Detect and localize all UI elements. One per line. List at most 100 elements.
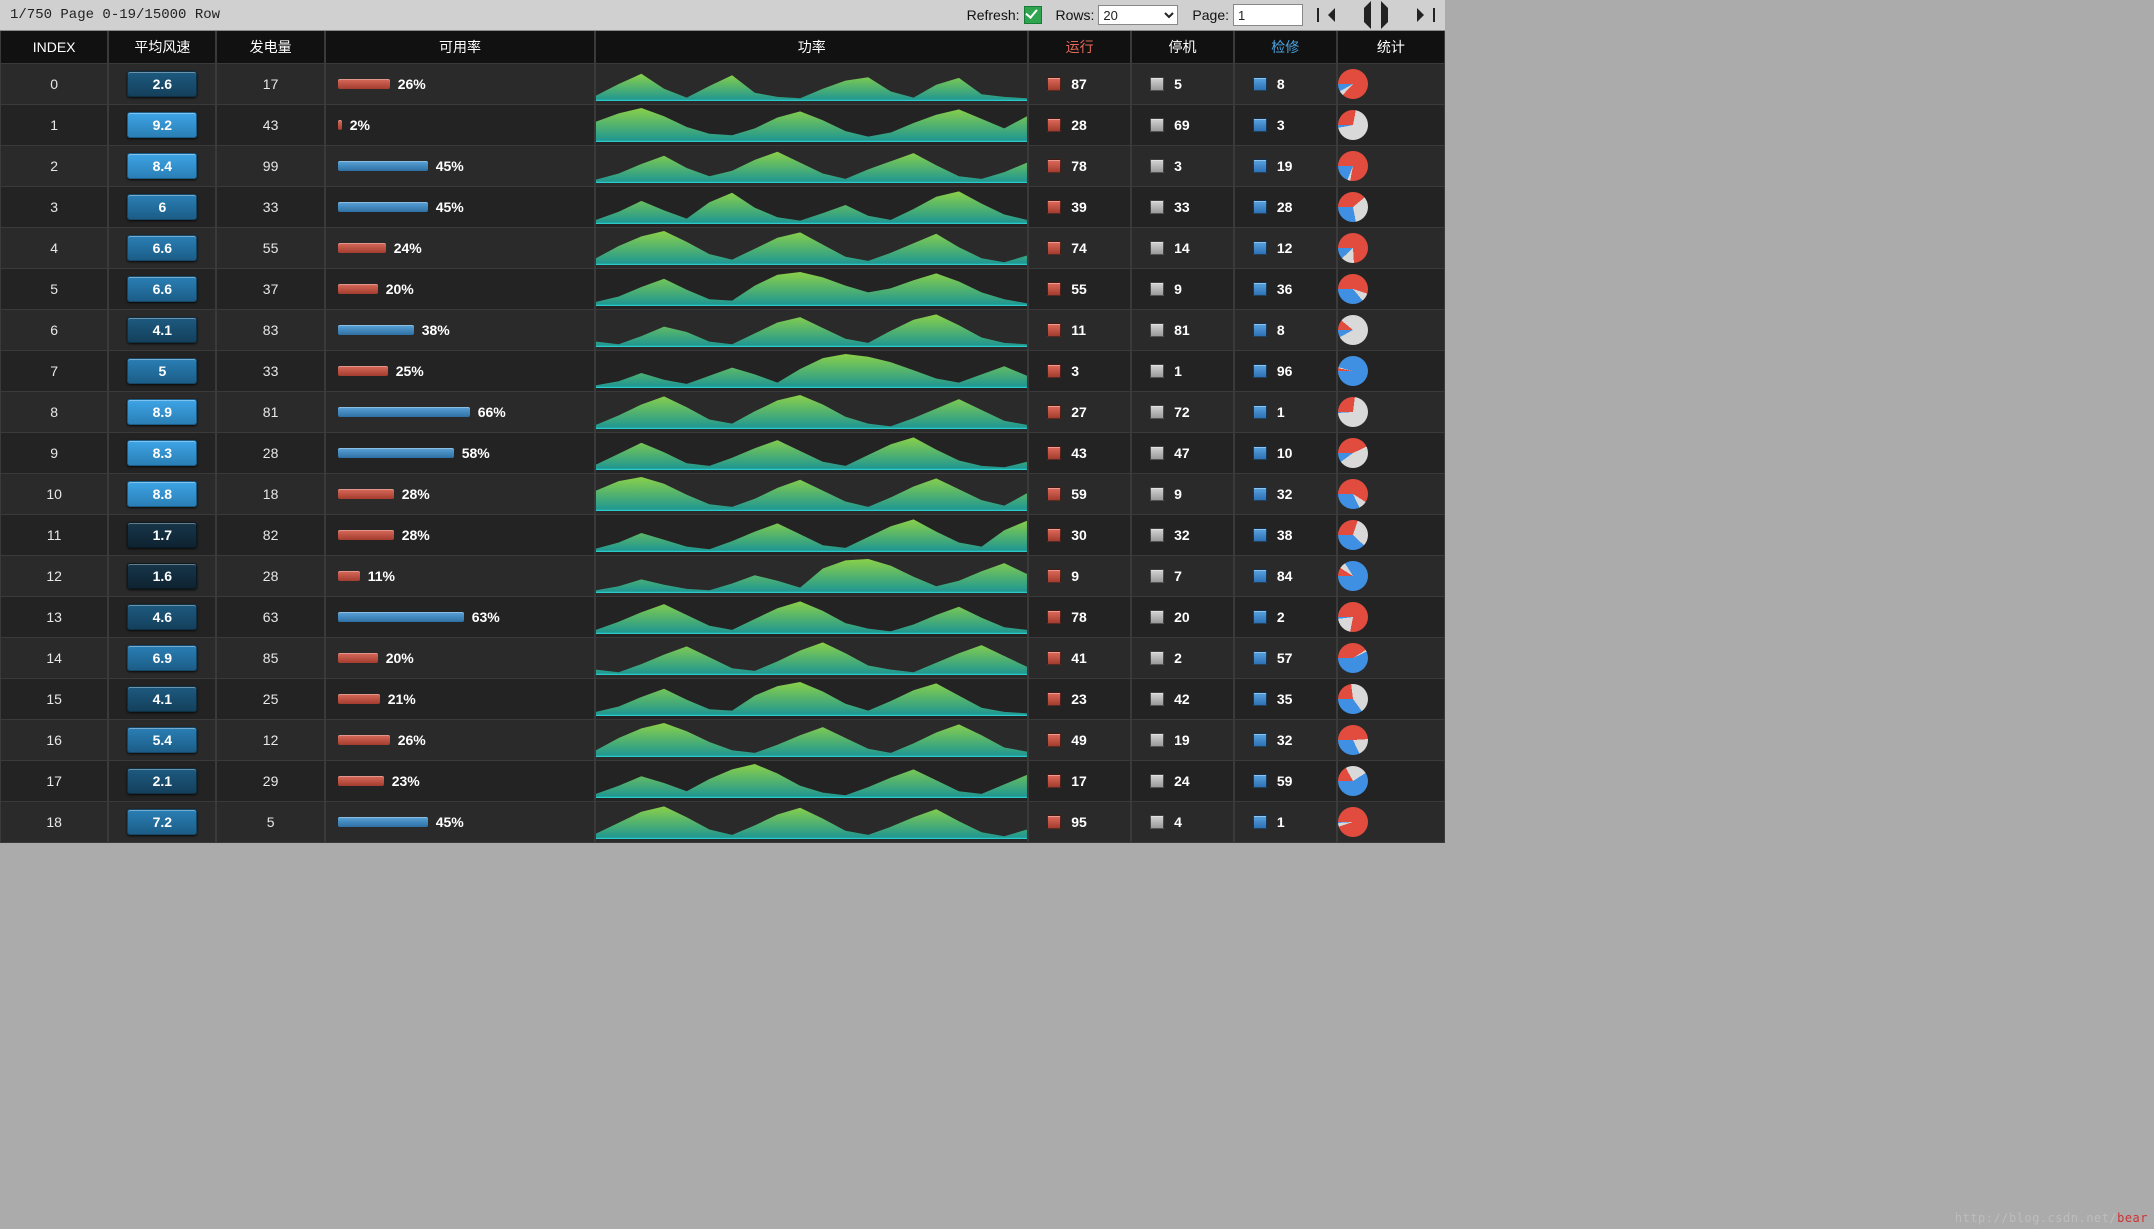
table-row[interactable]: 4 6.6 55 24% 74 14 12: [0, 228, 1445, 269]
first-page-icon[interactable]: [1317, 8, 1333, 22]
col-maintenance[interactable]: 检修: [1234, 31, 1337, 64]
pie-chart-icon: [1338, 643, 1368, 673]
col-wind-speed[interactable]: 平均风速: [108, 31, 216, 64]
cell-availability: 45%: [325, 187, 596, 228]
maintenance-icon: [1253, 159, 1267, 173]
data-table: INDEX 平均风速 发电量 可用率 功率 运行 停机 检修 统计 0 2.6 …: [0, 31, 1445, 843]
cell-index: 0: [0, 64, 108, 105]
col-running[interactable]: 运行: [1028, 31, 1131, 64]
wind-speed-pill: 6.6: [127, 276, 197, 302]
page-input[interactable]: [1233, 4, 1303, 26]
cell-index: 16: [0, 720, 108, 761]
pie-chart-icon: [1338, 397, 1368, 427]
col-power[interactable]: 功率: [595, 31, 1028, 64]
cell-generation: 33: [216, 351, 324, 392]
maintenance-icon: [1253, 323, 1267, 337]
table-row[interactable]: 11 1.7 82 28% 30 32 38: [0, 515, 1445, 556]
table-row[interactable]: 3 6 33 45% 39 33 28: [0, 187, 1445, 228]
maintenance-icon: [1253, 282, 1267, 296]
table-row[interactable]: 2 8.4 99 45% 78 3 19: [0, 146, 1445, 187]
table-row[interactable]: 9 8.3 28 58% 43 47 10: [0, 433, 1445, 474]
page-control: Page:: [1192, 4, 1303, 26]
cell-availability: 21%: [325, 679, 596, 720]
next-page-icon[interactable]: [1381, 1, 1409, 29]
table-row[interactable]: 7 5 33 25% 3 1 96: [0, 351, 1445, 392]
cell-power: [595, 351, 1028, 392]
availability-bar: [338, 735, 390, 745]
cell-generation: 85: [216, 638, 324, 679]
cell-statistics: [1337, 64, 1445, 105]
availability-bar: [338, 79, 390, 89]
stopped-icon: [1150, 733, 1164, 747]
running-icon: [1047, 364, 1061, 378]
availability-bar: [338, 653, 378, 663]
cell-running: 3: [1028, 351, 1131, 392]
availability-bar: [338, 161, 428, 171]
refresh-control: Refresh:: [967, 6, 1042, 24]
stopped-icon: [1150, 77, 1164, 91]
col-stopped[interactable]: 停机: [1131, 31, 1234, 64]
availability-value: 26%: [398, 732, 426, 748]
cell-wind-speed: 6.6: [108, 228, 216, 269]
availability-bar: [338, 530, 394, 540]
maintenance-icon: [1253, 77, 1267, 91]
cell-stopped: 69: [1131, 105, 1234, 146]
running-icon: [1047, 733, 1061, 747]
wind-speed-pill: 5: [127, 358, 197, 384]
table-row[interactable]: 5 6.6 37 20% 55 9 36: [0, 269, 1445, 310]
table-header-row: INDEX 平均风速 发电量 可用率 功率 运行 停机 检修 统计: [0, 31, 1445, 64]
rows-select[interactable]: 20: [1098, 5, 1178, 25]
cell-maintenance: 12: [1234, 228, 1337, 269]
cell-availability: 26%: [325, 64, 596, 105]
table-row[interactable]: 14 6.9 85 20% 41 2 57: [0, 638, 1445, 679]
cell-wind-speed: 4.1: [108, 679, 216, 720]
cell-power: [595, 556, 1028, 597]
stopped-icon: [1150, 241, 1164, 255]
maintenance-icon: [1253, 241, 1267, 255]
col-generation[interactable]: 发电量: [216, 31, 324, 64]
col-statistics[interactable]: 统计: [1337, 31, 1445, 64]
table-row[interactable]: 1 9.2 43 2% 28 69 3: [0, 105, 1445, 146]
table-row[interactable]: 18 7.2 5 45% 95 4 1: [0, 802, 1445, 843]
cell-availability: 66%: [325, 392, 596, 433]
table-row[interactable]: 0 2.6 17 26% 87 5 8: [0, 64, 1445, 105]
table-row[interactable]: 13 4.6 63 63% 78 20 2: [0, 597, 1445, 638]
cell-availability: 26%: [325, 720, 596, 761]
prev-page-icon[interactable]: [1343, 1, 1371, 29]
col-availability[interactable]: 可用率: [325, 31, 596, 64]
table-row[interactable]: 10 8.8 18 28% 59 9 32: [0, 474, 1445, 515]
cell-statistics: [1337, 310, 1445, 351]
cell-generation: 18: [216, 474, 324, 515]
availability-value: 21%: [388, 691, 416, 707]
cell-statistics: [1337, 105, 1445, 146]
col-index[interactable]: INDEX: [0, 31, 108, 64]
table-row[interactable]: 12 1.6 28 11% 9 7 84: [0, 556, 1445, 597]
cell-stopped: 5: [1131, 64, 1234, 105]
refresh-checkbox[interactable]: [1024, 6, 1042, 24]
cell-maintenance: 28: [1234, 187, 1337, 228]
running-icon: [1047, 774, 1061, 788]
table-row[interactable]: 6 4.1 83 38% 11 81 8: [0, 310, 1445, 351]
wind-speed-pill: 1.7: [127, 522, 197, 548]
table-row[interactable]: 15 4.1 25 21% 23 42 35: [0, 679, 1445, 720]
availability-value: 45%: [436, 814, 464, 830]
toolbar: 1/750 Page 0-19/15000 Row Refresh: Rows:…: [0, 0, 1445, 31]
availability-bar: [338, 489, 394, 499]
cell-index: 15: [0, 679, 108, 720]
pie-chart-icon: [1338, 561, 1368, 591]
cell-running: 11: [1028, 310, 1131, 351]
cell-index: 14: [0, 638, 108, 679]
cell-index: 2: [0, 146, 108, 187]
wind-speed-pill: 1.6: [127, 563, 197, 589]
cell-index: 13: [0, 597, 108, 638]
cell-generation: 33: [216, 187, 324, 228]
pie-chart-icon: [1338, 356, 1368, 386]
wind-speed-pill: 9.2: [127, 112, 197, 138]
cell-running: 28: [1028, 105, 1131, 146]
table-row[interactable]: 17 2.1 29 23% 17 24 59: [0, 761, 1445, 802]
last-page-icon[interactable]: [1419, 8, 1435, 22]
running-icon: [1047, 323, 1061, 337]
table-row[interactable]: 8 8.9 81 66% 27 72 1: [0, 392, 1445, 433]
cell-maintenance: 3: [1234, 105, 1337, 146]
table-row[interactable]: 16 5.4 12 26% 49 19 32: [0, 720, 1445, 761]
